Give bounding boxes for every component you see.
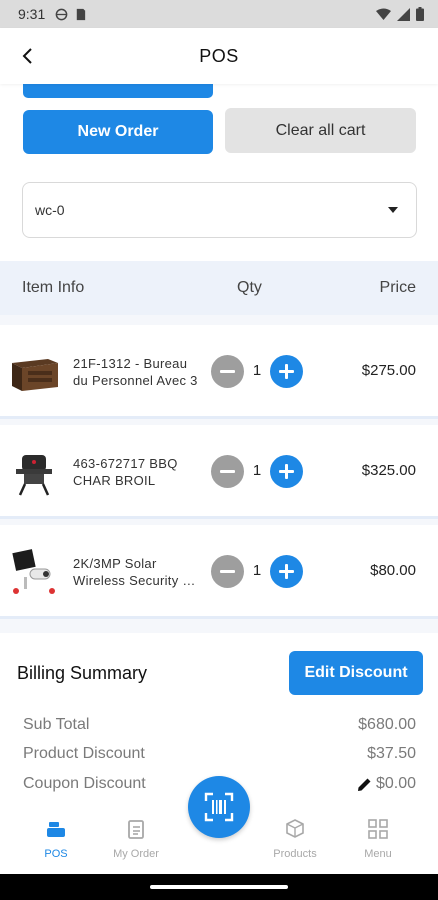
bbq-grill-image [16, 455, 52, 496]
sub-total-value: $680.00 [358, 716, 416, 733]
scrolled-button[interactable] [23, 84, 213, 98]
product-discount-label: Product Discount [23, 745, 145, 762]
app-bar: POS [0, 28, 438, 84]
new-order-button[interactable]: New Order [23, 110, 213, 154]
cart-row: 21F-1312 - Bureau du Personnel Avec 3 … … [0, 325, 438, 419]
nav-item-menu[interactable]: Menu [338, 818, 418, 860]
grid-icon [368, 819, 388, 839]
edit-discount-button[interactable]: Edit Discount [289, 651, 423, 695]
cart-table-header: Item Info Qty Price [0, 261, 438, 315]
scan-barcode-button[interactable] [188, 776, 250, 838]
item-name: 21F-1312 - Bureau du Personnel Avec 3 … [73, 356, 198, 388]
item-name: 2K/3MP Solar Wireless Security … [73, 556, 196, 588]
cell-signal-icon [397, 7, 410, 21]
cart-row: 463-672717 BBQ CHAR BROIL 1 $325.00 [0, 425, 438, 519]
product-discount-value: $37.50 [367, 745, 416, 762]
increase-qty-button[interactable] [270, 455, 303, 488]
customer-select-value: wc-0 [35, 202, 65, 218]
nav-label: POS [44, 848, 68, 860]
increase-qty-button[interactable] [270, 555, 303, 588]
cart-row: 2K/3MP Solar Wireless Security … 1 $80.0… [0, 525, 438, 619]
sub-total-row: Sub Total $680.00 [23, 716, 416, 734]
divider [0, 315, 438, 325]
globe-icon [55, 8, 68, 20]
nav-item-my-order[interactable]: My Order [96, 818, 176, 860]
item-qty: 1 [252, 362, 262, 379]
header-price: Price [379, 279, 416, 296]
back-arrow-icon [22, 48, 32, 64]
customer-select[interactable]: wc-0 [22, 182, 417, 238]
nav-label: Menu [364, 848, 392, 860]
back-button[interactable] [14, 42, 42, 70]
nav-label: Products [273, 848, 317, 860]
item-name: 463-672717 BBQ CHAR BROIL [73, 456, 178, 488]
decrease-qty-button[interactable] [211, 555, 244, 588]
edit-pencil-icon[interactable] [357, 777, 372, 792]
decrease-qty-button[interactable] [211, 355, 244, 388]
wifi-icon [376, 8, 391, 20]
item-qty: 1 [252, 562, 262, 579]
sd-card-icon [77, 8, 86, 20]
decrease-qty-button[interactable] [211, 455, 244, 488]
page-title: POS [199, 45, 239, 66]
item-qty: 1 [252, 462, 262, 479]
item-price: $80.00 [370, 562, 416, 579]
coupon-discount-value: $0.00 [375, 775, 416, 792]
clear-all-cart-button[interactable]: Clear all cart [225, 108, 416, 153]
dropdown-caret-icon [388, 207, 398, 213]
barcode-scan-icon [204, 792, 234, 822]
header-qty: Qty [237, 279, 262, 296]
battery-icon [416, 7, 424, 21]
item-price: $275.00 [361, 362, 416, 379]
nav-item-products[interactable]: Products [255, 818, 335, 860]
billing-summary-title: Billing Summary [17, 663, 148, 683]
cashier-icon [47, 822, 65, 837]
box-icon [286, 819, 304, 838]
nav-label: My Order [113, 848, 159, 860]
item-price: $325.00 [361, 462, 416, 479]
divider [0, 619, 438, 633]
system-gesture-bar [0, 874, 438, 900]
increase-qty-button[interactable] [270, 355, 303, 388]
coupon-discount-group: $0.00 [357, 775, 416, 793]
clipboard-icon [128, 820, 144, 839]
header-item-info: Item Info [22, 279, 85, 296]
coupon-discount-label: Coupon Discount [23, 775, 146, 792]
status-time: 9:31 [18, 6, 46, 22]
security-camera-image [12, 549, 55, 594]
desk-image [12, 359, 58, 391]
nav-item-pos[interactable]: POS [16, 818, 96, 860]
sub-total-label: Sub Total [23, 716, 90, 733]
status-bar: 9:31 [0, 0, 438, 28]
product-discount-row: Product Discount $37.50 [23, 745, 416, 763]
home-indicator[interactable] [150, 885, 288, 889]
